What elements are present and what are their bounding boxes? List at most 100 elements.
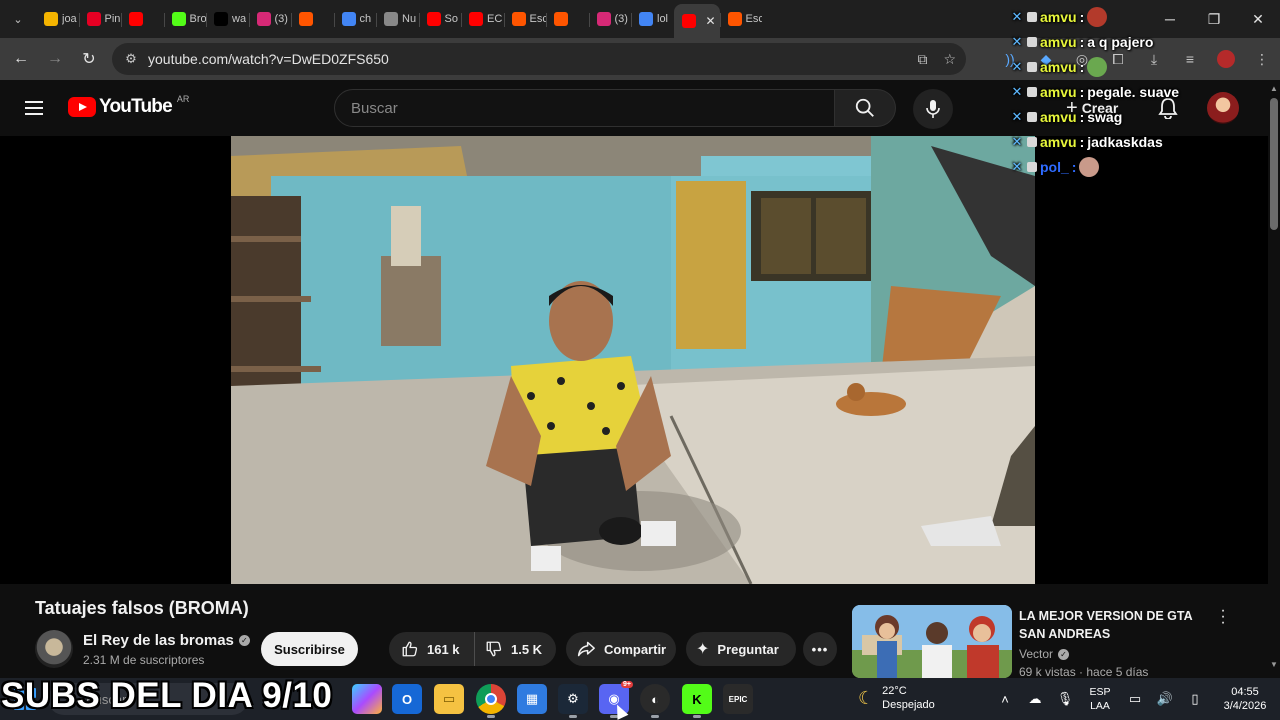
youtube-logo[interactable]: YouTube AR <box>68 94 189 118</box>
soundcloud-icon <box>727 12 742 26</box>
chat-username: amvu <box>1040 58 1077 75</box>
chat-username: amvu <box>1040 33 1077 50</box>
browser-tab[interactable]: lol <box>631 4 674 34</box>
verified-check-icon: ✓ <box>238 635 250 646</box>
browser-tab[interactable] <box>546 4 589 34</box>
share-arrow-icon <box>577 641 595 657</box>
close-tab-icon[interactable]: ✕ <box>706 14 716 28</box>
chat-username: amvu <box>1040 83 1077 100</box>
kick-app-icon[interactable]: K <box>682 684 712 718</box>
chat-badge-icon <box>1027 61 1037 72</box>
hamburger-menu-icon[interactable] <box>18 92 50 124</box>
input-language[interactable]: ESP LAA <box>1080 685 1120 713</box>
browser-tab[interactable]: Pin <box>78 4 122 34</box>
clock[interactable]: 04:55 3/4/2026 <box>1210 685 1280 713</box>
soundcloud-icon <box>299 12 313 26</box>
language-code: ESP <box>1089 686 1111 698</box>
tab-title: Esc <box>745 13 763 25</box>
outlook-icon[interactable]: O <box>392 684 422 714</box>
recommended-more-icon[interactable]: · · · <box>1214 603 1232 631</box>
bookmark-star-icon[interactable]: ☆ <box>943 51 956 68</box>
thumbs-up-icon <box>402 641 418 657</box>
chat-username: pol_ <box>1040 158 1069 175</box>
chat-message: ✕ amvu: pegale. suave <box>1010 79 1210 104</box>
browser-tab[interactable]: Esc <box>719 4 763 34</box>
chat-message: ✕ amvu: a q pajero <box>1010 29 1210 54</box>
tab-search-button[interactable]: ⌄ <box>4 5 32 33</box>
install-app-icon[interactable]: ⧉ <box>917 51 927 68</box>
chat-message: ✕ amvu: swag <box>1010 104 1210 129</box>
steam-icon[interactable]: ⚙ <box>558 684 588 718</box>
recommended-channel-name[interactable]: Vector <box>1019 647 1053 661</box>
forward-button[interactable]: → <box>38 42 72 76</box>
copilot-icon[interactable] <box>352 684 382 714</box>
url-text[interactable]: youtube.com/watch?v=DwED0ZFS650 <box>148 51 389 67</box>
battery-icon[interactable]: ▯ <box>1180 691 1210 707</box>
chat-username: amvu <box>1040 8 1077 25</box>
channel-name-link[interactable]: El Rey de las bromas ✓ <box>83 632 250 649</box>
subscribe-button[interactable]: Suscribirse <box>261 632 358 666</box>
ask-button[interactable]: ✦ Preguntar <box>686 632 796 666</box>
profile-avatar-icon[interactable] <box>1208 38 1244 80</box>
epic-games-icon[interactable]: EPIC <box>723 684 753 714</box>
channel-name[interactable]: El Rey de las bromas <box>83 632 234 649</box>
browser-tab[interactable]: Esc <box>503 4 546 34</box>
google-drive-icon <box>44 12 58 26</box>
obs-icon[interactable]: ◐ <box>640 684 670 718</box>
browser-tab[interactable]: Bro <box>163 4 206 34</box>
share-button[interactable]: Compartir <box>566 632 676 666</box>
account-avatar[interactable] <box>1207 92 1239 124</box>
chrome-icon[interactable] <box>476 684 506 718</box>
browser-tab[interactable]: (3) <box>588 4 632 34</box>
dislike-count: 1.5 K <box>511 641 543 657</box>
video-player[interactable] <box>0 136 1268 584</box>
scrollbar-thumb[interactable] <box>1270 98 1278 230</box>
microphone-tray-icon[interactable]: 🎙 <box>1050 691 1080 707</box>
sword-badge-icon: ✕ <box>1011 158 1023 174</box>
more-actions-button[interactable]: ••• <box>803 632 837 666</box>
back-button[interactable]: ← <box>4 42 38 76</box>
browser-tab[interactable]: wa <box>206 4 249 34</box>
like-button[interactable]: 161 k <box>389 632 475 666</box>
search-input[interactable] <box>334 89 835 127</box>
browser-tab[interactable] <box>291 4 334 34</box>
tab-title: ch <box>359 13 372 25</box>
chat-badge-icon <box>1027 86 1037 97</box>
reload-button[interactable]: ↻ <box>72 42 106 76</box>
chevron-up-icon[interactable]: ˄ <box>990 692 1020 707</box>
youtube-icon <box>469 12 483 26</box>
channel-avatar[interactable] <box>35 630 73 668</box>
search-button[interactable] <box>834 89 896 127</box>
chat-separator: : <box>1079 8 1085 25</box>
scroll-down-arrow-icon[interactable]: ▼ <box>1270 660 1278 669</box>
microsoft-store-icon[interactable]: ▦ <box>517 684 547 714</box>
sword-badge-icon: ✕ <box>1011 108 1023 124</box>
recommended-title[interactable]: LA MEJOR VERSION DE GTA SAN ANDREAS <box>1019 607 1209 643</box>
address-bar[interactable]: ⚙ youtube.com/watch?v=DwED0ZFS650 ⧉ ☆ <box>112 43 966 75</box>
scroll-up-arrow-icon[interactable]: ▲ <box>1270 84 1278 93</box>
site-info-icon[interactable]: ⚙ <box>116 51 146 67</box>
recommended-thumbnail[interactable] <box>852 605 1012 678</box>
close-window-button[interactable]: ✕ <box>1236 0 1280 38</box>
browser-tab[interactable]: (3) <box>248 4 292 34</box>
voice-search-button[interactable] <box>913 89 953 129</box>
weather-widget[interactable]: ☾ 22°C Despejado <box>858 684 935 712</box>
page-scrollbar[interactable]: ▲ ▼ <box>1268 80 1280 678</box>
recommended-channel[interactable]: Vector ✓ <box>1019 647 1070 661</box>
browser-tab[interactable]: ✕ <box>673 4 720 38</box>
browser-tab[interactable]: ch <box>333 4 377 34</box>
browser-menu-icon[interactable]: ⋮ <box>1244 38 1280 80</box>
browser-tab[interactable]: joa <box>36 4 79 34</box>
file-explorer-icon[interactable]: ▭ <box>434 684 464 714</box>
video-frame[interactable] <box>231 136 1035 584</box>
weather-text: 22°C Despejado <box>882 684 935 712</box>
browser-tab[interactable]: So <box>418 4 462 34</box>
thumbs-down-icon <box>486 641 502 657</box>
browser-tab[interactable] <box>121 4 164 34</box>
browser-tab[interactable]: EC <box>461 4 504 34</box>
dislike-button[interactable]: 1.5 K <box>475 640 542 658</box>
volume-icon[interactable]: 🔊 <box>1150 691 1180 707</box>
browser-tab[interactable]: Nu <box>376 4 419 34</box>
cloud-sync-icon[interactable]: ☁ <box>1020 691 1050 707</box>
network-icon[interactable]: ▭ <box>1120 691 1150 707</box>
